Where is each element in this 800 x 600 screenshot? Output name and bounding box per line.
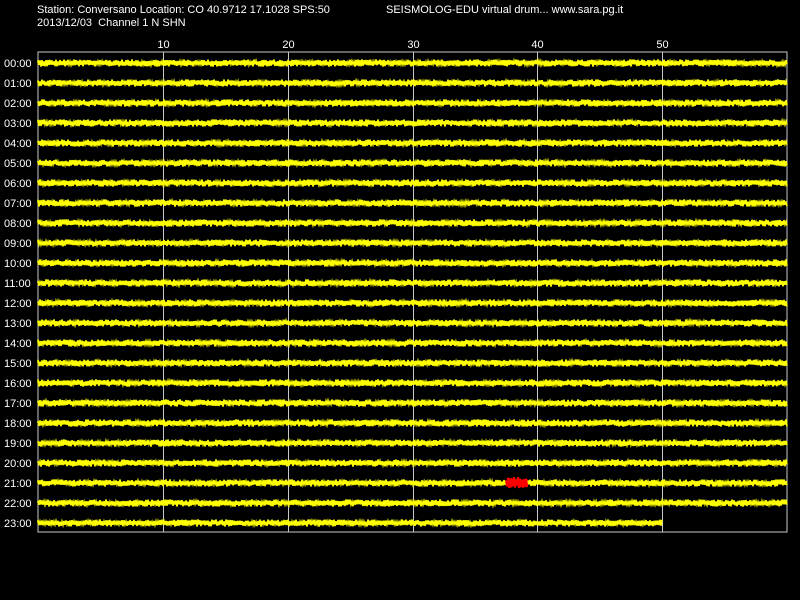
hour-label: 23:00 bbox=[4, 518, 32, 530]
hour-label: 08:00 bbox=[4, 218, 32, 230]
trace-line bbox=[37, 397, 788, 409]
hour-label: 15:00 bbox=[4, 358, 32, 370]
trace-line bbox=[37, 137, 788, 149]
hour-label: 17:00 bbox=[4, 398, 32, 410]
trace-line bbox=[37, 477, 788, 489]
hour-label: 07:00 bbox=[4, 198, 32, 210]
minute-tick-label: 40 bbox=[531, 39, 543, 51]
trace-line bbox=[37, 297, 788, 309]
trace-line bbox=[37, 377, 788, 389]
minute-tick-label: 30 bbox=[407, 39, 419, 51]
hour-label: 20:00 bbox=[4, 458, 32, 470]
hour-label: 16:00 bbox=[4, 378, 32, 390]
trace-line bbox=[37, 197, 788, 209]
minute-tick-label: 10 bbox=[157, 39, 169, 51]
hour-label: 09:00 bbox=[4, 238, 32, 250]
trace-line bbox=[37, 277, 788, 289]
hour-label: 13:00 bbox=[4, 318, 32, 330]
minute-tick-label: 50 bbox=[656, 39, 668, 51]
hour-label: 22:00 bbox=[4, 498, 32, 510]
hour-label: 02:00 bbox=[4, 98, 32, 110]
hour-label: 05:00 bbox=[4, 158, 32, 170]
seismic-drum-plot: 10 20 30 40 50 00:00 01:00 02:00 03:00 04:00 05:00… bbox=[4, 39, 788, 533]
hour-label: 19:00 bbox=[4, 438, 32, 450]
hour-label: 21:00 bbox=[4, 478, 32, 490]
trace-line bbox=[37, 317, 788, 329]
hour-label: 06:00 bbox=[4, 178, 32, 190]
trace-line bbox=[37, 237, 788, 249]
event-trace bbox=[505, 477, 529, 489]
hour-label: 00:00 bbox=[4, 58, 32, 70]
trace-line bbox=[37, 77, 788, 89]
minute-tick-label: 20 bbox=[282, 39, 294, 51]
hour-label: 11:00 bbox=[4, 278, 31, 290]
hour-label: 10:00 bbox=[4, 258, 32, 270]
trace-line bbox=[37, 177, 788, 189]
hour-label: 14:00 bbox=[4, 338, 32, 350]
trace-line bbox=[37, 517, 663, 529]
trace-line bbox=[37, 437, 788, 449]
trace-line bbox=[37, 497, 788, 509]
trace-line bbox=[37, 57, 788, 69]
trace-line bbox=[37, 97, 788, 109]
trace-line bbox=[37, 457, 788, 469]
trace-line bbox=[37, 417, 788, 429]
hour-label: 01:00 bbox=[4, 78, 32, 90]
hour-label: 04:00 bbox=[4, 138, 32, 150]
trace-line bbox=[37, 357, 788, 369]
trace-line bbox=[37, 257, 788, 269]
hour-label: 03:00 bbox=[4, 118, 32, 130]
trace-line bbox=[37, 157, 788, 169]
trace-line bbox=[37, 217, 788, 229]
trace-line bbox=[37, 117, 788, 129]
trace-line bbox=[37, 337, 788, 349]
hour-label: 18:00 bbox=[4, 418, 32, 430]
hour-label: 12:00 bbox=[4, 298, 32, 310]
